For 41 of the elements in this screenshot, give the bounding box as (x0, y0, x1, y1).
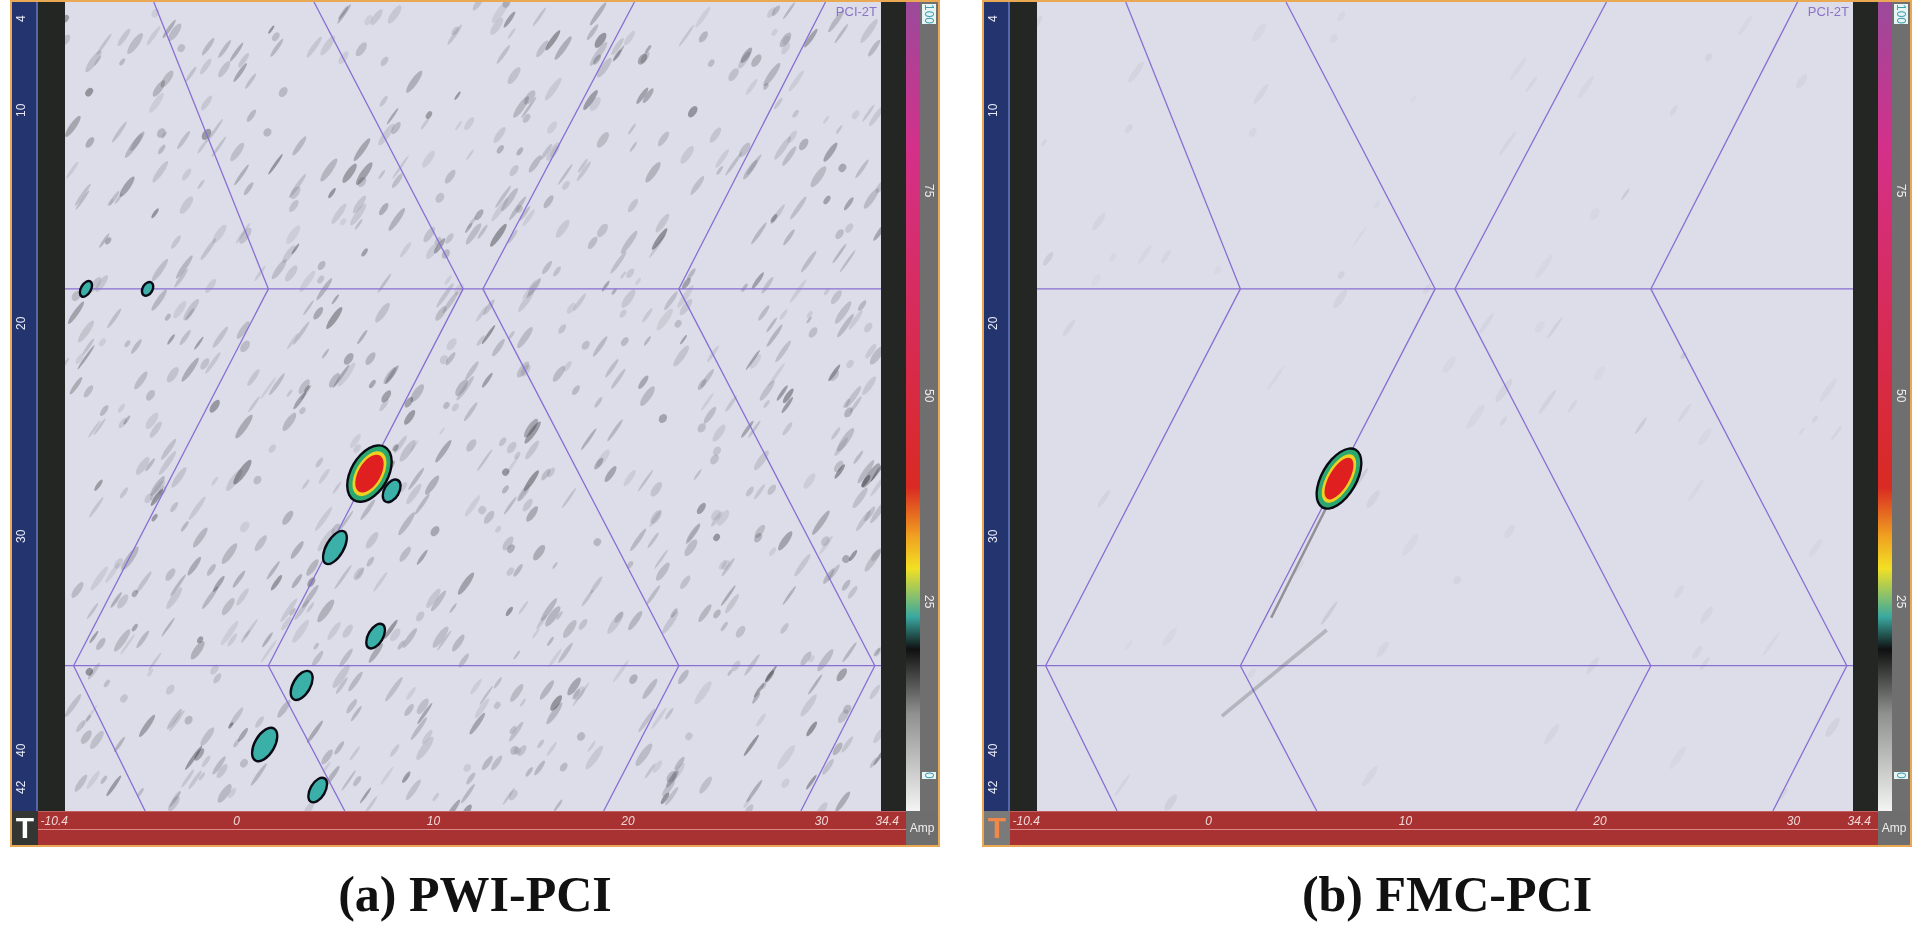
mode-button[interactable]: T (12, 811, 38, 845)
scale-label: 50 (1894, 389, 1908, 403)
scale-label: 0 (922, 772, 936, 779)
ruler-label: 20 (1593, 814, 1607, 828)
scale-label: 50 (922, 389, 936, 403)
ruler-label: 10 (14, 103, 28, 117)
ruler-label: 10 (986, 103, 1000, 117)
ruler-label: 34.4 (875, 814, 899, 828)
amp-button[interactable]: Amp (1878, 811, 1910, 845)
scale-label: 75 (922, 183, 936, 198)
view-label: PCI-2T (1807, 4, 1849, 19)
ruler-label: 30 (814, 814, 829, 828)
ruler-label: 30 (1786, 814, 1801, 828)
ruler-label: 10 (426, 814, 441, 828)
ruler-label: 30 (986, 529, 1000, 544)
ruler-label: -10.4 (40, 814, 68, 828)
scale-label: 25 (922, 594, 936, 608)
view-label: PCI-2T (835, 4, 877, 19)
ruler-label: 30 (14, 529, 28, 544)
ruler-label: 40 (14, 743, 28, 757)
scale-label: 75 (1894, 183, 1908, 198)
ruler-label: 20 (14, 316, 28, 330)
ruler-label: 10 (1398, 814, 1413, 828)
ruler-label: 40 (986, 743, 1000, 757)
ruler-label: 4 (14, 15, 28, 23)
ruler-label: 0 (233, 814, 240, 828)
figure-caption: (b) FMC-PCI (1301, 865, 1593, 923)
scale-label: 100 (1894, 3, 1908, 24)
scale-label: 100 (922, 3, 936, 24)
ruler-label: 42 (14, 781, 28, 795)
ruler-label: 20 (986, 316, 1000, 330)
amp-button[interactable]: Amp (906, 811, 938, 845)
ruler-label: 42 (986, 781, 1000, 795)
ruler-label: 0 (1205, 814, 1212, 828)
ruler-label: -10.4 (1012, 814, 1040, 828)
ruler-label: 20 (621, 814, 635, 828)
scale-label: 25 (1894, 594, 1908, 608)
ruler-label: 4 (986, 15, 1000, 23)
figure-caption: (a) PWI-PCI (338, 865, 612, 923)
scale-label: 0 (1894, 772, 1908, 779)
ruler-label: 34.4 (1847, 814, 1871, 828)
